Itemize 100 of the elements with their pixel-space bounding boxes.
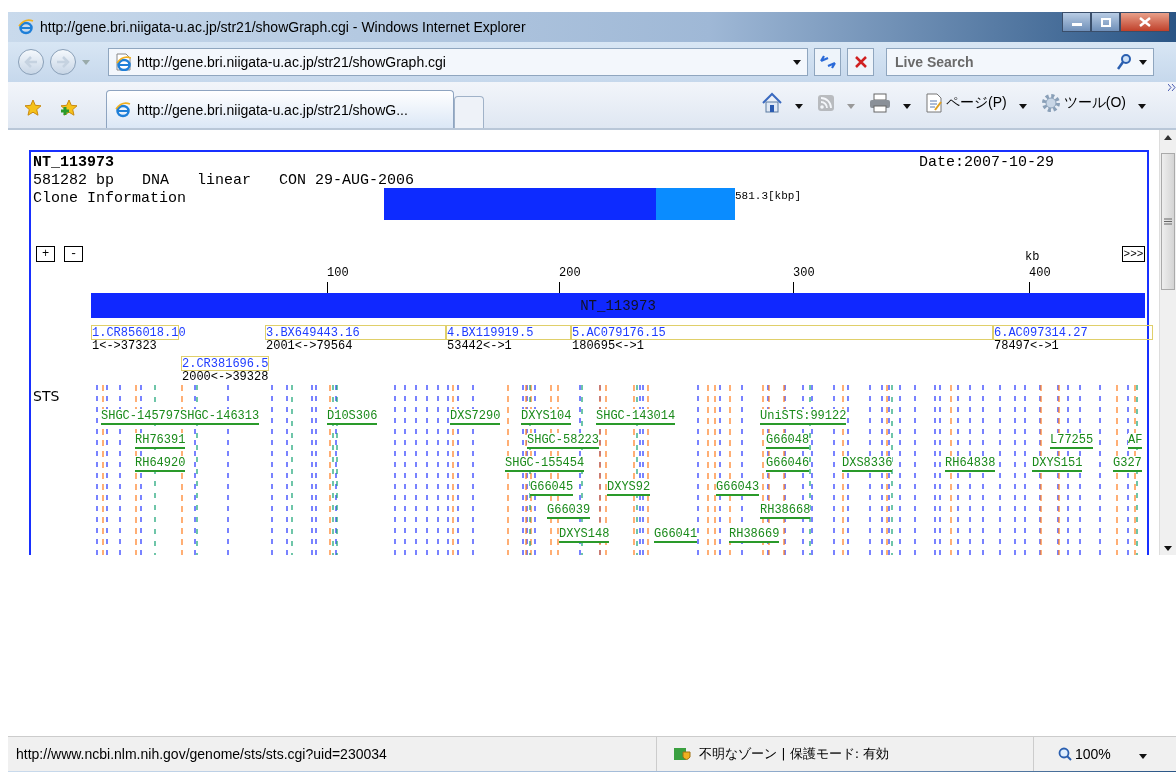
- sts-marker-link[interactable]: SHGC-145797: [101, 409, 181, 425]
- accession-title: NT_113973: [33, 154, 114, 172]
- sts-marker-link[interactable]: G66046: [766, 456, 810, 473]
- sts-marker-link[interactable]: RH76391: [135, 432, 186, 449]
- clone-link[interactable]: 3.BX649443.16: [266, 326, 360, 339]
- star-icon[interactable]: [24, 99, 42, 117]
- next-button[interactable]: >>>: [1122, 246, 1145, 262]
- sts-marker-link[interactable]: RH38668: [760, 503, 811, 520]
- status-url: http://www.ncbi.nlm.nih.gov/genome/sts/sts.cgi?uid=230034: [16, 746, 388, 762]
- close-button[interactable]: [1120, 12, 1170, 32]
- sts-marker-link[interactable]: DXYS104: [521, 409, 572, 425]
- magnifier-icon: [1058, 747, 1072, 761]
- maximize-button[interactable]: [1091, 12, 1120, 32]
- scroll-down-icon[interactable]: [1164, 545, 1172, 551]
- tools-menu[interactable]: ツール(O): [1038, 93, 1128, 113]
- axis-tick: [559, 282, 560, 293]
- sts-marker-link[interactable]: DXYS92: [607, 479, 651, 496]
- length-text: 581282 bp: [33, 172, 114, 190]
- sts-marker-link[interactable]: RH64838: [945, 456, 996, 473]
- globe-shield-icon: [673, 746, 691, 762]
- caret-icon[interactable]: [793, 59, 801, 65]
- sts-marker-link[interactable]: DXYS151: [1032, 456, 1083, 473]
- caret-icon[interactable]: [795, 103, 804, 109]
- refresh-button[interactable]: [814, 48, 841, 76]
- zoom-out-button[interactable]: -: [64, 246, 83, 262]
- page-icon: [115, 53, 131, 71]
- sts-marker-link[interactable]: G66039: [547, 503, 591, 520]
- browser-logo-icon: [18, 19, 34, 35]
- add-star-icon[interactable]: [60, 99, 78, 117]
- axis-tick-label: 400: [1029, 266, 1051, 280]
- sts-marker-link[interactable]: AF: [1128, 432, 1143, 449]
- address-field[interactable]: http://gene.bri.niigata-u.ac.jp/str21/showGraph.cgi: [108, 48, 808, 76]
- sts-marker-link[interactable]: DXYS148: [559, 527, 610, 543]
- window-title: http://gene.bri.niigata-u.ac.jp/str21/showGraph.cgi - Windows Internet Explorer: [40, 19, 526, 35]
- caret-icon[interactable]: [1138, 103, 1146, 109]
- caret-icon[interactable]: [903, 103, 912, 109]
- security-zone-text: 不明なゾーン | 保護モード: 有効: [699, 745, 890, 763]
- clone-range: 78497<->1: [994, 340, 1059, 352]
- division-date-text: CON 29-AUG-2006: [279, 172, 415, 190]
- axis-tick: [327, 282, 328, 293]
- sts-marker-link[interactable]: G327: [1113, 456, 1142, 473]
- axis-tick: [1029, 282, 1030, 293]
- clone-info-label: Clone Information: [33, 190, 187, 208]
- sts-marker-link[interactable]: DXS8336: [842, 456, 893, 473]
- sequence-bar: NT_113973: [91, 293, 1145, 318]
- scroll-thumb[interactable]: [1161, 153, 1175, 290]
- overview-reading: 581.3[kbp]: [735, 190, 801, 202]
- sts-marker-link[interactable]: RH64920: [135, 456, 186, 473]
- axis-unit: kb: [1025, 250, 1040, 264]
- molecule-text: DNA: [142, 172, 170, 190]
- date-text: Date:2007-10-29: [919, 154, 1055, 171]
- chevron-icon[interactable]: [1168, 84, 1176, 91]
- axis-tick-label: 100: [327, 266, 349, 280]
- clone-range: 53442<->1: [447, 340, 512, 352]
- sts-marker-link[interactable]: G66045: [530, 479, 574, 496]
- sts-marker-link[interactable]: UniSTS:99122: [760, 409, 847, 425]
- clone-link[interactable]: 2.CR381696.5: [182, 357, 269, 370]
- grip-icon[interactable]: [1164, 218, 1172, 225]
- zoom-in-button[interactable]: +: [36, 246, 55, 262]
- sts-marker-link[interactable]: SHGC-155454: [505, 456, 585, 473]
- refresh-icon[interactable]: [818, 55, 837, 69]
- scroll-up-icon[interactable]: [1164, 134, 1172, 140]
- caret-icon[interactable]: [1138, 753, 1147, 759]
- browser-tab[interactable]: http://gene.bri.niigata-u.ac.jp/str21/showG...: [106, 90, 454, 128]
- search-icon[interactable]: [1117, 54, 1131, 70]
- gear-icon[interactable]: [1040, 93, 1061, 113]
- clone-link[interactable]: 5.AC079176.15: [572, 326, 666, 339]
- sts-marker-link[interactable]: SHGC-143014: [596, 409, 676, 425]
- clone-range: 2000<->39328: [182, 371, 269, 383]
- browser-logo-icon: [115, 101, 131, 118]
- close-icon[interactable]: [1139, 17, 1151, 27]
- minimize-button[interactable]: [1062, 12, 1091, 32]
- axis-tick-label: 200: [559, 266, 581, 280]
- sts-marker-link[interactable]: SHGC-58223: [527, 432, 599, 449]
- axis-tick-label: 300: [793, 266, 815, 280]
- caret-icon[interactable]: [1139, 59, 1147, 65]
- axis-tick: [793, 282, 794, 293]
- sts-marker-link[interactable]: G66048: [766, 432, 810, 449]
- clone-range: 2001<->79564: [266, 340, 353, 352]
- caret-icon[interactable]: [1018, 103, 1027, 109]
- sts-track-label: STS: [33, 388, 60, 404]
- topology-text: linear: [197, 172, 252, 190]
- search-field[interactable]: Live Search: [886, 48, 1154, 76]
- clone-link[interactable]: 6.AC097314.27: [994, 326, 1088, 339]
- page-menu[interactable]: ページ(P): [923, 93, 1009, 113]
- scrollbar[interactable]: [1159, 130, 1176, 555]
- sts-marker-link[interactable]: L77255: [1050, 432, 1094, 449]
- stop-icon[interactable]: [854, 56, 867, 68]
- zoom-level-button[interactable]: 100%: [1056, 746, 1113, 762]
- sts-marker-link[interactable]: D10S306: [327, 409, 378, 425]
- stop-button[interactable]: [847, 48, 874, 76]
- sts-marker-link[interactable]: G66043: [716, 479, 760, 496]
- sts-marker-link[interactable]: RH38669: [729, 527, 780, 543]
- search-input[interactable]: Live Search: [893, 53, 1109, 71]
- clone-range: 1<->37323: [92, 340, 157, 352]
- clone-link[interactable]: 4.BX119919.5: [447, 326, 534, 339]
- sts-marker-link[interactable]: G66041: [654, 527, 698, 543]
- sts-marker-link[interactable]: SHGC-146313: [180, 409, 260, 425]
- sts-marker-link[interactable]: DXS7290: [450, 409, 501, 425]
- clone-range: 180695<->1: [572, 340, 644, 352]
